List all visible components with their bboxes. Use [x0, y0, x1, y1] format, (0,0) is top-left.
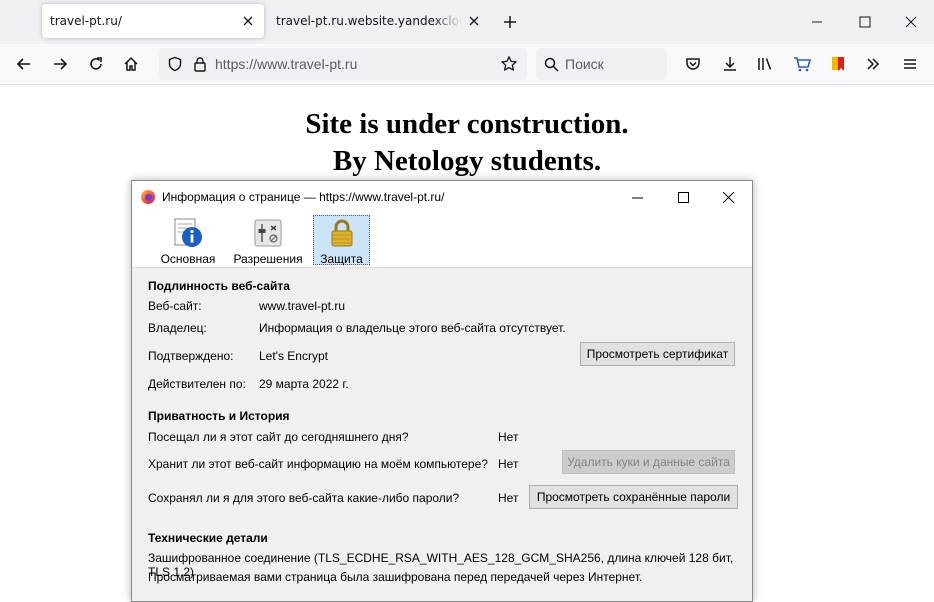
technical-line2: Просматриваемая вами страница была зашиф…	[148, 570, 643, 584]
library-icon[interactable]	[752, 50, 780, 78]
tab-title: travel-pt.ru.website.yandexcloud.net	[276, 14, 462, 28]
view-certificate-button[interactable]: Просмотреть сертификат	[580, 342, 735, 366]
dialog-toolbar: Основная Разрешения Защита	[132, 213, 752, 268]
info-icon	[172, 217, 204, 249]
nav-bar: https://www.travel-pt.ru Поиск	[0, 44, 934, 85]
lock-icon[interactable]	[193, 56, 207, 72]
close-window-button[interactable]	[896, 8, 926, 36]
clear-cookies-button[interactable]: Удалить куки и данные сайта	[562, 450, 735, 474]
search-placeholder: Поиск	[565, 56, 604, 72]
menu-hamburger-icon[interactable]	[896, 50, 924, 78]
technical-heading: Технические детали	[148, 531, 268, 545]
visited-question: Посещал ли я этот сайт до сегодняшнего д…	[148, 430, 409, 444]
tab-security[interactable]: Защита	[313, 215, 370, 266]
minimize-button[interactable]	[802, 8, 832, 36]
pocket-icon[interactable]	[679, 50, 707, 78]
downloads-icon[interactable]	[716, 50, 744, 78]
home-button[interactable]	[117, 50, 145, 78]
search-bar[interactable]: Поиск	[536, 48, 667, 80]
website-label: Веб-сайт:	[148, 299, 202, 313]
page-info-dialog: Информация о странице — https://www.trav…	[131, 180, 753, 602]
page-heading-line1: Site is under construction.	[305, 108, 629, 140]
passwords-question: Сохранял ли я для этого веб-сайта какие-…	[148, 491, 460, 505]
page-heading-line2: By Netology students.	[332, 145, 602, 177]
search-icon	[544, 57, 559, 72]
tab-title: travel-pt.ru/	[50, 14, 122, 28]
tab-yandexcloud[interactable]: travel-pt.ru.website.yandexcloud.net	[268, 4, 490, 38]
verified-value: Let's Encrypt	[259, 349, 328, 363]
passwords-answer: Нет	[498, 491, 519, 505]
reload-button[interactable]	[82, 50, 110, 78]
dialog-maximize-button[interactable]	[668, 183, 698, 211]
tab-travel-pt[interactable]: travel-pt.ru/	[42, 4, 264, 38]
overflow-chevrons-icon[interactable]	[859, 50, 887, 78]
owner-value: Информация о владельце этого веб-сайта о…	[259, 321, 566, 335]
dialog-titlebar: Информация о странице — https://www.trav…	[132, 181, 752, 213]
storing-answer: Нет	[498, 457, 519, 471]
bookmark-extension-icon[interactable]	[824, 50, 852, 78]
tab-permissions[interactable]: Разрешения	[229, 215, 307, 266]
owner-label: Владелец:	[148, 321, 207, 335]
url-bar[interactable]: https://www.travel-pt.ru	[159, 48, 527, 80]
permissions-icon	[252, 217, 284, 249]
visited-answer: Нет	[498, 430, 519, 444]
dialog-close-button[interactable]	[713, 183, 743, 211]
back-button[interactable]	[10, 50, 38, 78]
maximize-button[interactable]	[850, 8, 880, 36]
tab-general[interactable]: Основная	[158, 215, 218, 266]
view-saved-passwords-button[interactable]: Просмотреть сохранённые пароли	[529, 485, 738, 509]
url-text[interactable]: https://www.travel-pt.ru	[215, 56, 500, 72]
tab-strip: travel-pt.ru/ travel-pt.ru.website.yande…	[0, 0, 934, 44]
website-value: www.travel-pt.ru	[259, 299, 346, 313]
privacy-heading: Приватность и История	[148, 409, 290, 423]
dialog-title: Информация о странице — https://www.trav…	[162, 190, 445, 204]
bookmark-star-icon[interactable]	[500, 55, 518, 73]
expires-label: Действителен по:	[148, 377, 246, 391]
tab-permissions-label: Разрешения	[233, 252, 303, 266]
close-tab-icon[interactable]	[236, 9, 260, 33]
verified-label: Подтверждено:	[148, 349, 234, 363]
identity-heading: Подлинность веб-сайта	[148, 279, 290, 293]
dialog-minimize-button[interactable]	[622, 183, 652, 211]
firefox-logo-icon	[140, 189, 156, 205]
tab-general-label: Основная	[160, 252, 216, 266]
expires-value: 29 марта 2022 г.	[259, 377, 349, 391]
tab-security-label: Защита	[320, 252, 363, 266]
forward-button[interactable]	[46, 50, 74, 78]
shield-icon[interactable]	[167, 56, 183, 72]
cart-extension-icon[interactable]	[788, 50, 816, 78]
storing-question: Хранит ли этот веб-сайт информацию на мо…	[148, 457, 488, 471]
lock-icon	[326, 217, 358, 249]
close-tab-icon[interactable]	[462, 9, 486, 33]
new-tab-button[interactable]	[498, 10, 522, 34]
